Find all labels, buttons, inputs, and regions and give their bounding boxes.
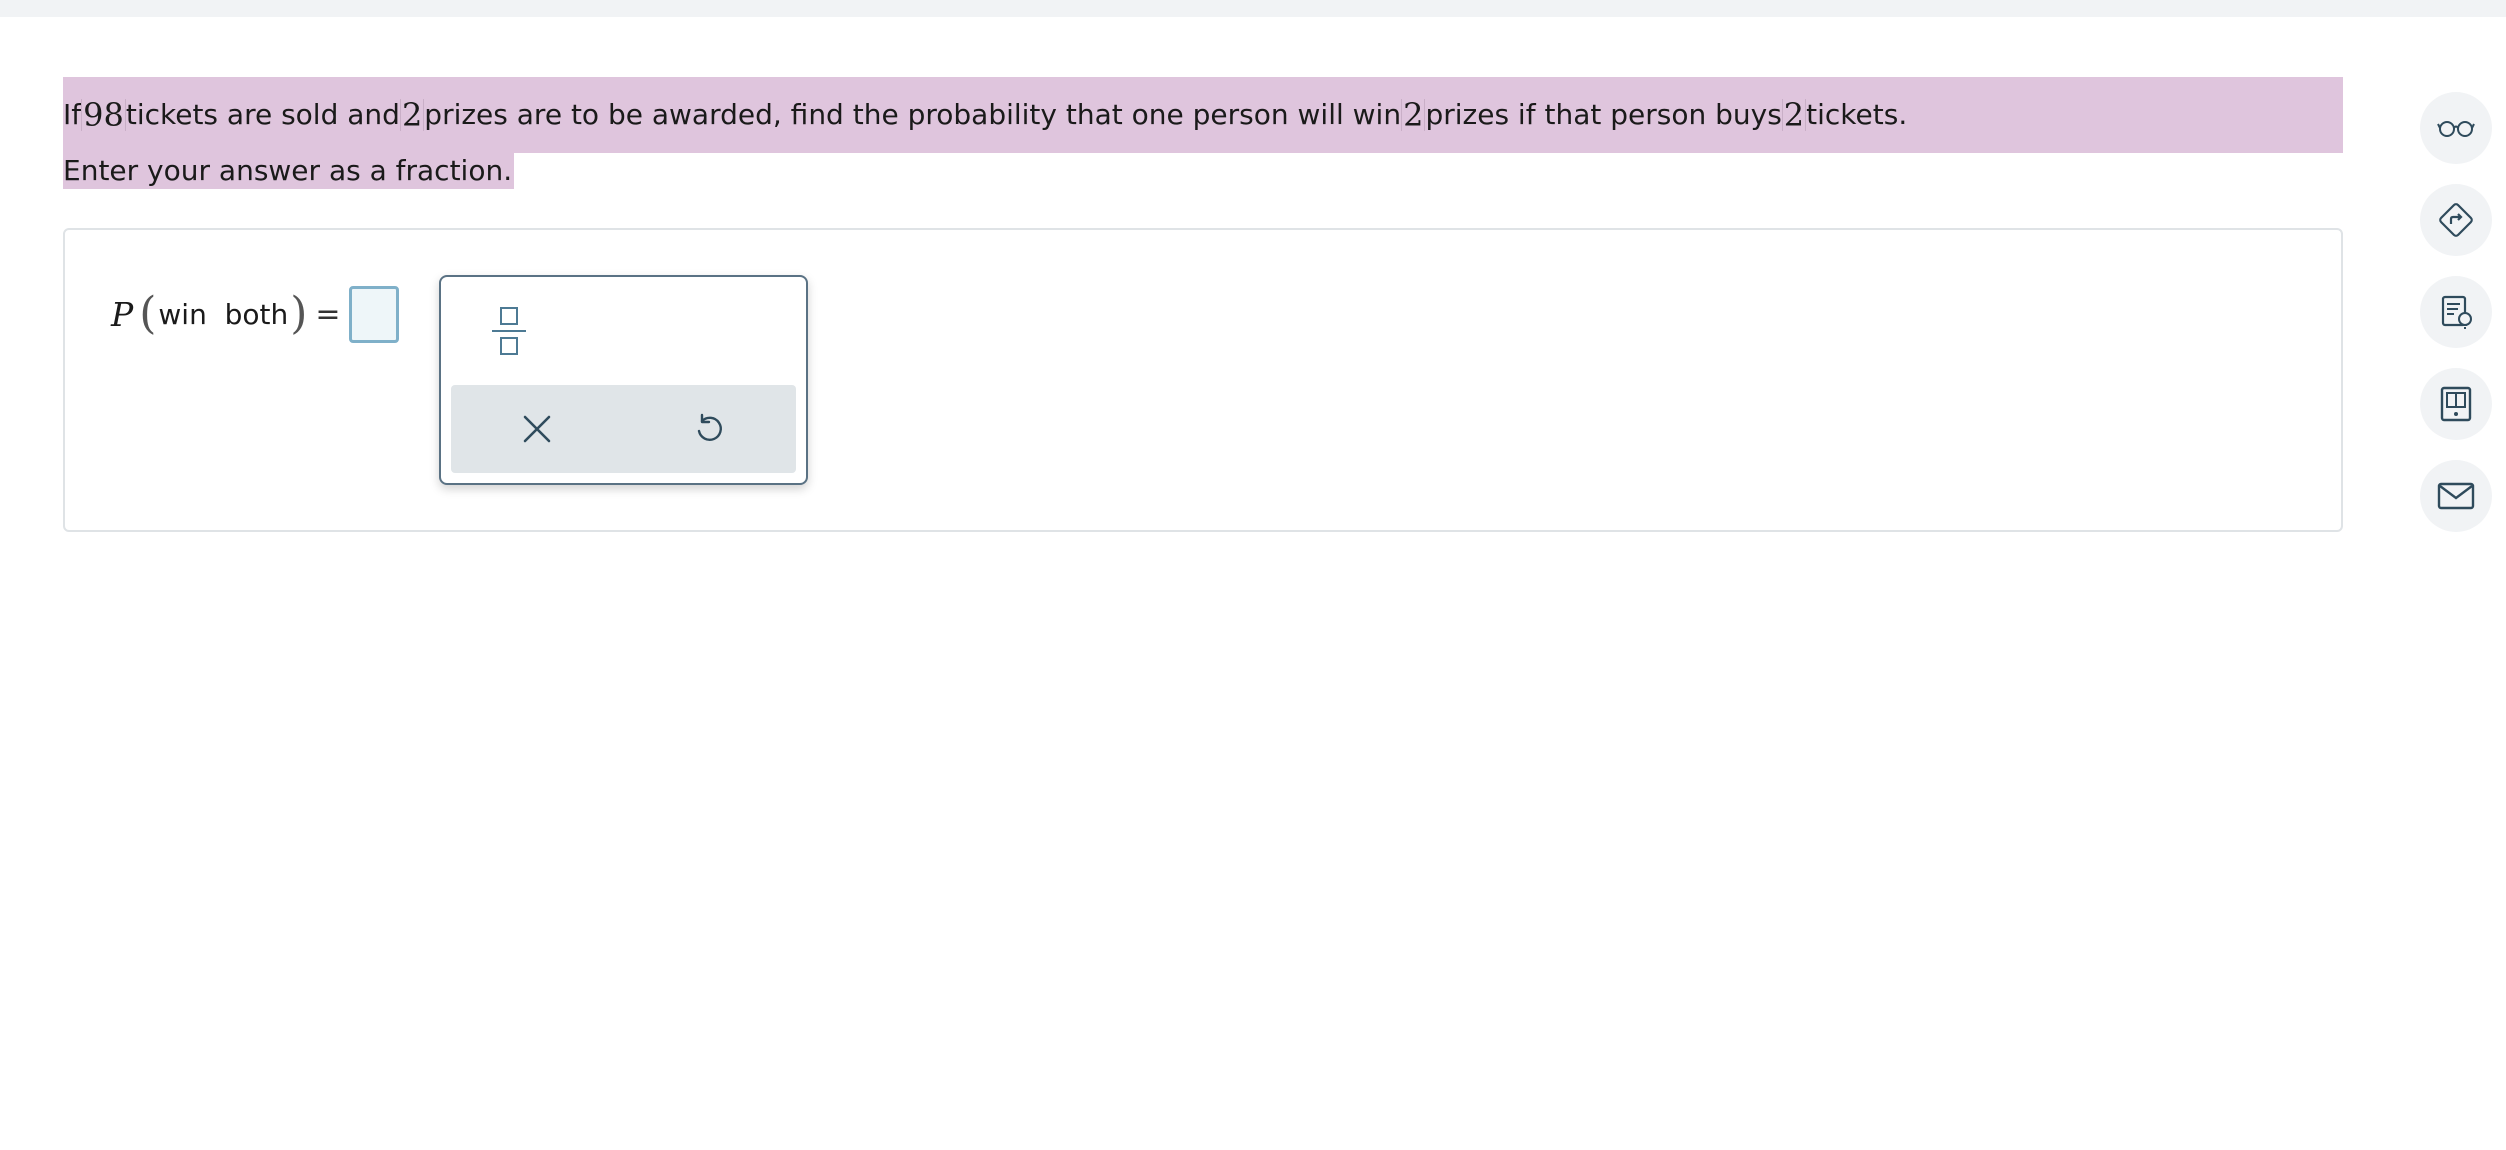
side-toolbar [2420,92,2492,552]
question-text: If 98 tickets are sold and 2 prizes are … [63,77,2343,189]
buy-count-value: 2 [1781,96,1807,134]
textbook-icon [2440,386,2472,422]
question-line-2: Enter your answer as a fraction. [63,153,515,189]
question-text-segment: tickets are sold and [125,98,400,131]
answer-expression: P ( win both ) = [111,282,399,346]
tool-directions[interactable] [2420,184,2492,256]
mail-icon [2437,482,2475,510]
event-label: win both [158,297,289,331]
palette-footer [451,385,796,473]
ticket-count-value: 98 [81,96,126,134]
tool-glasses[interactable] [2420,92,2492,164]
answer-panel: P ( win both ) = [63,228,2343,532]
undo-button[interactable] [683,403,735,455]
tool-mail[interactable] [2420,460,2492,532]
fraction-icon [492,307,526,355]
top-strip [0,0,2506,17]
question-text-segment: prizes if that person buys [1425,98,1782,131]
directions-icon [2439,203,2473,237]
glasses-icon [2437,121,2475,137]
tool-hint[interactable] [2420,276,2492,348]
prize-count-value: 2 [399,96,425,134]
win-count-value: 2 [1401,96,1426,134]
open-paren: ( [139,288,157,339]
clear-icon [523,415,551,443]
probability-variable: P [111,294,134,334]
math-palette [439,275,808,485]
equals-sign: = [315,296,341,332]
checklist-lightbulb-icon [2441,295,2472,329]
tool-textbook[interactable] [2420,368,2492,440]
clear-button[interactable] [511,403,563,455]
answer-input[interactable] [348,285,399,343]
question-text-segment: tickets. [1806,98,1908,131]
question-text-segment: prizes are to be awarded, find the proba… [424,98,1402,131]
close-paren: ) [290,288,308,339]
undo-icon [697,413,722,441]
question-line-1: If 98 tickets are sold and 2 prizes are … [63,77,2343,153]
fraction-button[interactable] [481,299,537,363]
question-text-segment: If [63,98,82,131]
